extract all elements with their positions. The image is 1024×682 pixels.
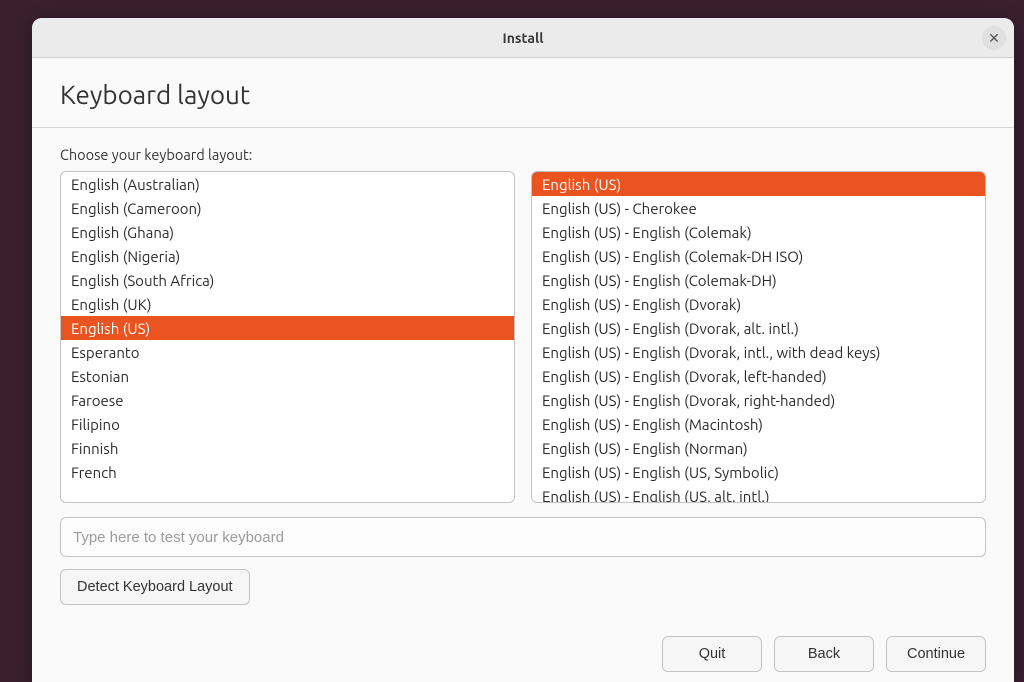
layout-item[interactable]: French	[61, 460, 514, 484]
quit-button[interactable]: Quit	[662, 636, 762, 672]
layout-item[interactable]: Estonian	[61, 364, 514, 388]
variant-item[interactable]: English (US)	[532, 172, 985, 196]
layout-item[interactable]: English (US)	[61, 316, 514, 340]
back-button[interactable]: Back	[774, 636, 874, 672]
variant-item[interactable]: English (US) - English (Macintosh)	[532, 412, 985, 436]
page-heading: Keyboard layout	[60, 80, 986, 109]
variant-item[interactable]: English (US) - English (Colemak-DH)	[532, 268, 985, 292]
layout-item[interactable]: English (Nigeria)	[61, 244, 514, 268]
variant-item[interactable]: English (US) - English (Colemak-DH ISO)	[532, 244, 985, 268]
content-area: Keyboard layout Choose your keyboard lay…	[32, 58, 1014, 618]
close-button[interactable]: ✕	[982, 26, 1006, 50]
variant-item[interactable]: English (US) - English (Dvorak, right-ha…	[532, 388, 985, 412]
continue-button[interactable]: Continue	[886, 636, 986, 672]
variant-item[interactable]: English (US) - English (Dvorak, alt. int…	[532, 316, 985, 340]
variant-item[interactable]: English (US) - English (Dvorak, left-han…	[532, 364, 985, 388]
titlebar: Install ✕	[32, 18, 1014, 58]
detect-row: Detect Keyboard Layout	[60, 569, 986, 605]
variant-item[interactable]: English (US) - English (Colemak)	[532, 220, 985, 244]
layout-item[interactable]: English (Ghana)	[61, 220, 514, 244]
layout-item[interactable]: Finnish	[61, 436, 514, 460]
layout-item[interactable]: Filipino	[61, 412, 514, 436]
layout-item[interactable]: English (Cameroon)	[61, 196, 514, 220]
prompt-label: Choose your keyboard layout:	[60, 146, 986, 163]
variant-item[interactable]: English (US) - English (US, Symbolic)	[532, 460, 985, 484]
layout-item[interactable]: English (UK)	[61, 292, 514, 316]
layout-item[interactable]: Faroese	[61, 388, 514, 412]
variant-item[interactable]: English (US) - Cherokee	[532, 196, 985, 220]
installer-window: Install ✕ Keyboard layout Choose your ke…	[32, 18, 1014, 682]
variant-item[interactable]: English (US) - English (Dvorak, intl., w…	[532, 340, 985, 364]
close-icon: ✕	[988, 30, 1000, 47]
lists-row: English (Australian)English (Cameroon)En…	[60, 171, 986, 503]
keyboard-test-input[interactable]	[60, 517, 986, 557]
layout-item[interactable]: English (South Africa)	[61, 268, 514, 292]
variant-listbox[interactable]: English (US)English (US) - CherokeeEngli…	[531, 171, 986, 503]
window-title: Install	[503, 30, 544, 46]
variant-item[interactable]: English (US) - English (Norman)	[532, 436, 985, 460]
divider	[32, 127, 1014, 128]
variant-item[interactable]: English (US) - English (Dvorak)	[532, 292, 985, 316]
layout-listbox[interactable]: English (Australian)English (Cameroon)En…	[60, 171, 515, 503]
footer: Quit Back Continue	[32, 618, 1014, 682]
variant-item[interactable]: English (US) - English (US, alt. intl.)	[532, 484, 985, 503]
detect-keyboard-button[interactable]: Detect Keyboard Layout	[60, 569, 250, 605]
layout-item[interactable]: Esperanto	[61, 340, 514, 364]
layout-item[interactable]: English (Australian)	[61, 172, 514, 196]
